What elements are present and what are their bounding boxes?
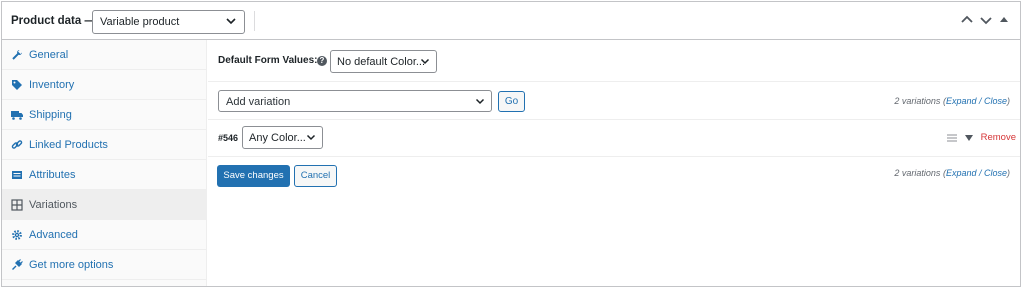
move-up-icon[interactable]	[960, 13, 974, 27]
chevron-down-icon	[306, 134, 316, 141]
toggle-panel-icon[interactable]	[998, 14, 1010, 26]
paren: )	[1007, 168, 1010, 178]
cancel-button[interactable]: Cancel	[294, 165, 337, 187]
product-type-value: Variable product	[100, 16, 180, 28]
add-variation-select[interactable]: Add variation	[218, 90, 492, 112]
toggle-arrow-icon[interactable]	[964, 134, 973, 141]
plugin-icon	[12, 259, 23, 270]
tab-general[interactable]: General	[2, 40, 206, 70]
tab-shipping[interactable]: Shipping	[2, 100, 206, 130]
close-all-link[interactable]: Close	[984, 96, 1007, 106]
gear-icon	[12, 230, 22, 240]
tab-variations[interactable]: Variations	[2, 190, 206, 220]
expand-all-link[interactable]: Expand	[946, 96, 977, 106]
drag-handle-icon[interactable]	[946, 133, 957, 142]
tab-get-more-options[interactable]: Get more options	[2, 250, 206, 280]
header-divider	[254, 11, 255, 31]
panel-header: Product data — Variable product	[2, 2, 1020, 40]
toolbar-buttons-row: Save changes Cancel 2 variations (Expand…	[208, 157, 1020, 197]
chevron-down-icon	[420, 58, 430, 65]
variations-count-text: 2 variations	[894, 96, 941, 106]
variation-id: #546	[218, 133, 239, 143]
variation-color-select[interactable]: Any Color...	[242, 126, 323, 149]
product-data-tabs: General Inventory Shipping Linked Produc…	[2, 40, 207, 286]
default-color-value: No default Color...	[337, 56, 426, 68]
chevron-down-icon	[475, 98, 485, 105]
variations-panel: Default Form Values: ? No default Color.…	[208, 40, 1020, 286]
help-icon[interactable]: ?	[317, 56, 327, 66]
chevron-down-icon	[226, 18, 236, 25]
tab-label: Attributes	[29, 169, 76, 181]
grid-icon	[11, 199, 23, 211]
tab-label: Variations	[29, 199, 78, 211]
default-form-values-row: Default Form Values: ? No default Color.…	[208, 40, 1020, 82]
move-down-icon[interactable]	[979, 13, 993, 27]
truck-icon	[11, 111, 23, 120]
expand-all-link[interactable]: Expand	[946, 168, 977, 178]
default-form-values-label: Default Form Values:	[218, 55, 318, 66]
variations-count: 2 variations (Expand / Close)	[894, 96, 1010, 106]
product-data-panel: Product data — Variable product General …	[1, 1, 1021, 287]
tab-label: Linked Products	[29, 139, 108, 151]
tab-inventory[interactable]: Inventory	[2, 70, 206, 100]
remove-variation-link[interactable]: Remove	[981, 132, 1016, 143]
tab-label: Get more options	[29, 259, 114, 271]
separator: /	[976, 168, 984, 178]
paren: )	[1007, 96, 1010, 106]
go-button[interactable]: Go	[498, 91, 525, 112]
variations-count: 2 variations (Expand / Close)	[894, 168, 1010, 178]
toolbar-row: Add variation Go 2 variations (Expand / …	[208, 82, 1020, 120]
tab-linked-products[interactable]: Linked Products	[2, 130, 206, 160]
list-icon	[12, 171, 22, 179]
separator: /	[976, 96, 984, 106]
variation-actions: Remove	[946, 132, 1016, 143]
panel-handle-actions	[960, 13, 1010, 27]
variations-count-text: 2 variations	[894, 168, 941, 178]
default-color-select[interactable]: No default Color...	[330, 50, 437, 73]
tab-attributes[interactable]: Attributes	[2, 160, 206, 190]
tag-icon	[12, 80, 22, 90]
tab-label: Inventory	[29, 79, 75, 91]
close-all-link[interactable]: Close	[984, 168, 1007, 178]
panel-title: Product data —	[11, 15, 96, 27]
variation-row: #546 Any Color... Remove	[208, 120, 1020, 157]
product-type-select[interactable]: Variable product	[92, 10, 245, 34]
add-variation-value: Add variation	[226, 96, 291, 108]
link-icon	[11, 140, 23, 149]
wrench-icon	[12, 50, 22, 60]
tab-label: Shipping	[29, 109, 72, 121]
save-changes-button[interactable]: Save changes	[217, 165, 290, 187]
tab-advanced[interactable]: Advanced	[2, 220, 206, 250]
tab-label: General	[29, 49, 69, 61]
tab-label: Advanced	[29, 229, 78, 241]
variation-color-value: Any Color...	[249, 132, 306, 144]
